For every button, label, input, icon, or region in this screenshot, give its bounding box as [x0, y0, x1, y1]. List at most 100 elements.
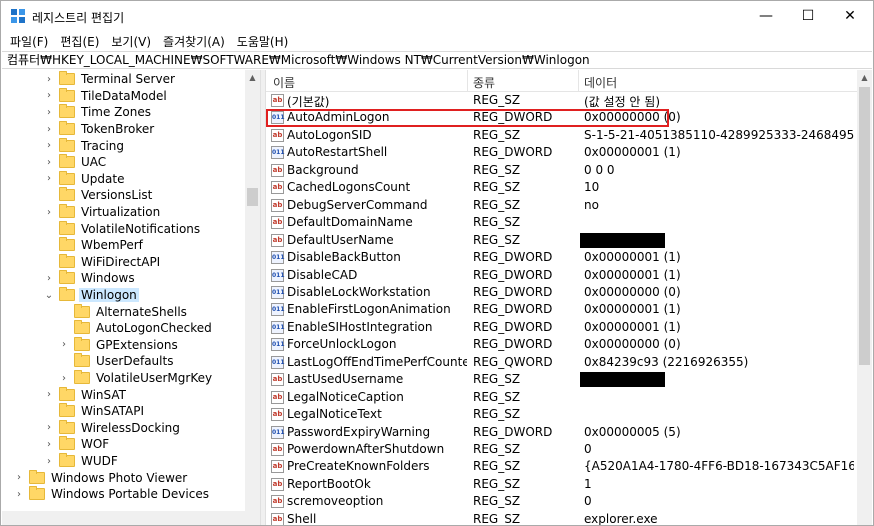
menu-favorites[interactable]: 즐겨찾기(A): [157, 33, 231, 50]
tree-item[interactable]: AutoLogonChecked: [58, 320, 214, 337]
chevron-right-icon[interactable]: ›: [43, 124, 55, 135]
tree-item[interactable]: ⌄ Winlogon: [43, 287, 139, 304]
value-row[interactable]: ab Background REG_SZ 0 0 0: [266, 162, 857, 180]
value-row[interactable]: 011 AutoAdminLogon REG_DWORD 0x00000000 (0): [266, 109, 857, 128]
value-row[interactable]: ab (기본값) REG_SZ (값 설정 안 됨): [266, 92, 857, 110]
chevron-right-icon[interactable]: ›: [43, 456, 55, 467]
chevron-right-icon[interactable]: ›: [43, 389, 55, 400]
value-row[interactable]: ab LastUsedUsername REG_SZ: [266, 371, 857, 389]
tree-item[interactable]: › Time Zones: [43, 104, 153, 121]
tree-item[interactable]: › WUDF: [43, 453, 120, 470]
value-row[interactable]: ab CachedLogonsCount REG_SZ 10: [266, 179, 857, 197]
tree-item[interactable]: AlternateShells: [58, 303, 189, 320]
close-button[interactable]: ✕: [827, 1, 873, 31]
value-row[interactable]: ab scremoveoption REG_SZ 0: [266, 493, 857, 511]
menu-file[interactable]: 파일(F): [4, 33, 54, 50]
tree-item[interactable]: VolatileNotifications: [43, 220, 202, 237]
value-row[interactable]: ab ReportBootOk REG_SZ 1: [266, 476, 857, 494]
value-row[interactable]: ab LegalNoticeCaption REG_SZ: [266, 389, 857, 407]
column-header-data[interactable]: 데이터: [584, 74, 617, 91]
chevron-right-icon[interactable]: ›: [43, 439, 55, 450]
value-row[interactable]: ab DefaultUserName REG_SZ: [266, 232, 857, 250]
column-separator[interactable]: [467, 70, 468, 92]
chevron-right-icon[interactable]: ›: [43, 107, 55, 118]
value-name: EnableSIHostIntegration: [287, 319, 433, 334]
tree-item[interactable]: WbemPerf: [43, 237, 145, 254]
value-row[interactable]: ab LegalNoticeText REG_SZ: [266, 406, 857, 424]
chevron-right-icon[interactable]: ›: [43, 140, 55, 151]
list-header: 이름 종류 데이터: [266, 70, 857, 92]
value-row[interactable]: ab DefaultDomainName REG_SZ: [266, 214, 857, 232]
tree-item[interactable]: › GPExtensions: [58, 336, 180, 354]
tree-item[interactable]: VersionsList: [43, 187, 154, 204]
value-row[interactable]: ab AutoLogonSID REG_SZ S-1-5-21-4051385110-…: [266, 127, 857, 145]
chevron-right-icon[interactable]: ›: [58, 339, 70, 350]
value-type: REG_QWORD: [473, 354, 553, 369]
tree-item[interactable]: › UAC: [43, 154, 108, 171]
list-scroll-thumb[interactable]: [859, 87, 870, 365]
tree-item[interactable]: › Windows Portable Devices: [13, 486, 211, 503]
chevron-right-icon[interactable]: ›: [43, 74, 55, 85]
scroll-up-arrow-icon[interactable]: ▲: [245, 70, 260, 85]
value-row[interactable]: 011 AutoRestartShell REG_DWORD 0x00000001 (…: [266, 144, 857, 162]
chevron-right-icon[interactable]: ›: [43, 157, 55, 168]
tree-item[interactable]: › Update: [43, 170, 126, 188]
string-value-icon: ab: [271, 512, 284, 525]
binary-value-icon: 011: [271, 146, 285, 160]
title-bar[interactable]: 레지스트리 편집기 — ☐ ✕: [1, 1, 873, 31]
value-row[interactable]: ab DebugServerCommand REG_SZ no: [266, 197, 857, 215]
value-row[interactable]: 011 ForceUnlockLogon REG_DWORD 0x00000000 (…: [266, 336, 857, 354]
value-row[interactable]: 011 LastLogOffEndTimePerfCounter REG_QWORD…: [266, 354, 857, 372]
chevron-right-icon[interactable]: ›: [43, 207, 55, 218]
chevron-right-icon[interactable]: ›: [43, 90, 55, 101]
value-row[interactable]: 011 EnableFirstLogonAnimation REG_DWORD 0x0…: [266, 301, 857, 319]
list-vertical-scrollbar[interactable]: ▲: [857, 70, 872, 525]
menu-edit[interactable]: 편집(E): [54, 33, 105, 50]
tree-item[interactable]: › VolatileUserMgrKey: [58, 370, 214, 387]
chevron-down-icon[interactable]: ⌄: [43, 290, 55, 301]
tree-item[interactable]: › WirelessDocking: [43, 419, 182, 437]
tree-item[interactable]: › Terminal Server: [43, 71, 177, 88]
tree-scroll-thumb[interactable]: [247, 188, 258, 206]
value-row[interactable]: ab Shell REG_SZ explorer.exe: [266, 511, 857, 525]
menu-view[interactable]: 보기(V): [105, 33, 157, 50]
chevron-right-icon[interactable]: ›: [43, 422, 55, 433]
value-row[interactable]: 011 PasswordExpiryWarning REG_DWORD 0x00000…: [266, 424, 857, 442]
value-row[interactable]: 011 DisableLockWorkstation REG_DWORD 0x0000…: [266, 284, 857, 302]
tree-item-label: WirelessDocking: [81, 420, 180, 435]
chevron-right-icon[interactable]: ›: [43, 173, 55, 184]
scroll-up-arrow-icon[interactable]: ▲: [857, 70, 872, 85]
tree-item[interactable]: › Windows Photo Viewer: [13, 469, 189, 486]
value-name: AutoLogonSID: [287, 127, 372, 142]
tree-horizontal-scrollbar[interactable]: [2, 511, 245, 525]
tree-item[interactable]: › Virtualization: [43, 204, 162, 221]
menu-help[interactable]: 도움말(H): [231, 33, 295, 50]
tree-item[interactable]: UserDefaults: [58, 353, 175, 370]
minimize-button[interactable]: —: [743, 1, 789, 31]
tree-item[interactable]: › TileDataModel: [43, 87, 169, 105]
column-header-name[interactable]: 이름: [273, 74, 295, 91]
tree-item[interactable]: › Tracing: [43, 137, 126, 154]
chevron-right-icon[interactable]: ›: [58, 373, 70, 384]
folder-icon: [59, 154, 75, 169]
tree-vertical-scrollbar[interactable]: ▲: [245, 70, 260, 525]
value-row[interactable]: 011 EnableSIHostIntegration REG_DWORD 0x000…: [266, 319, 857, 337]
value-row[interactable]: 011 DisableBackButton REG_DWORD 0x00000001 …: [266, 249, 857, 267]
chevron-right-icon[interactable]: ›: [13, 472, 25, 483]
address-bar[interactable]: 컴퓨터₩HKEY_LOCAL_MACHINE₩SOFTWARE₩Microsof…: [2, 51, 872, 69]
tree-item[interactable]: › Windows: [43, 270, 137, 287]
tree-item[interactable]: › WinSAT: [43, 386, 128, 403]
column-header-type[interactable]: 종류: [473, 74, 495, 91]
tree-item[interactable]: WiFiDirectAPI: [43, 253, 162, 271]
tree-item[interactable]: › WOF: [43, 436, 111, 453]
value-row[interactable]: 011 DisableCAD REG_DWORD 0x00000001 (1): [266, 267, 857, 285]
chevron-right-icon[interactable]: ›: [43, 273, 55, 284]
value-row[interactable]: ab PowerdownAfterShutdown REG_SZ 0: [266, 441, 857, 459]
maximize-button[interactable]: ☐: [785, 1, 831, 31]
value-row[interactable]: ab PreCreateKnownFolders REG_SZ {A520A1A4-1…: [266, 458, 857, 476]
column-separator[interactable]: [578, 70, 579, 92]
tree-item[interactable]: › TokenBroker: [43, 121, 156, 138]
chevron-right-icon[interactable]: ›: [13, 489, 25, 500]
highlight-annotation-box: [266, 109, 669, 128]
tree-item[interactable]: WinSATAPI: [43, 403, 146, 420]
